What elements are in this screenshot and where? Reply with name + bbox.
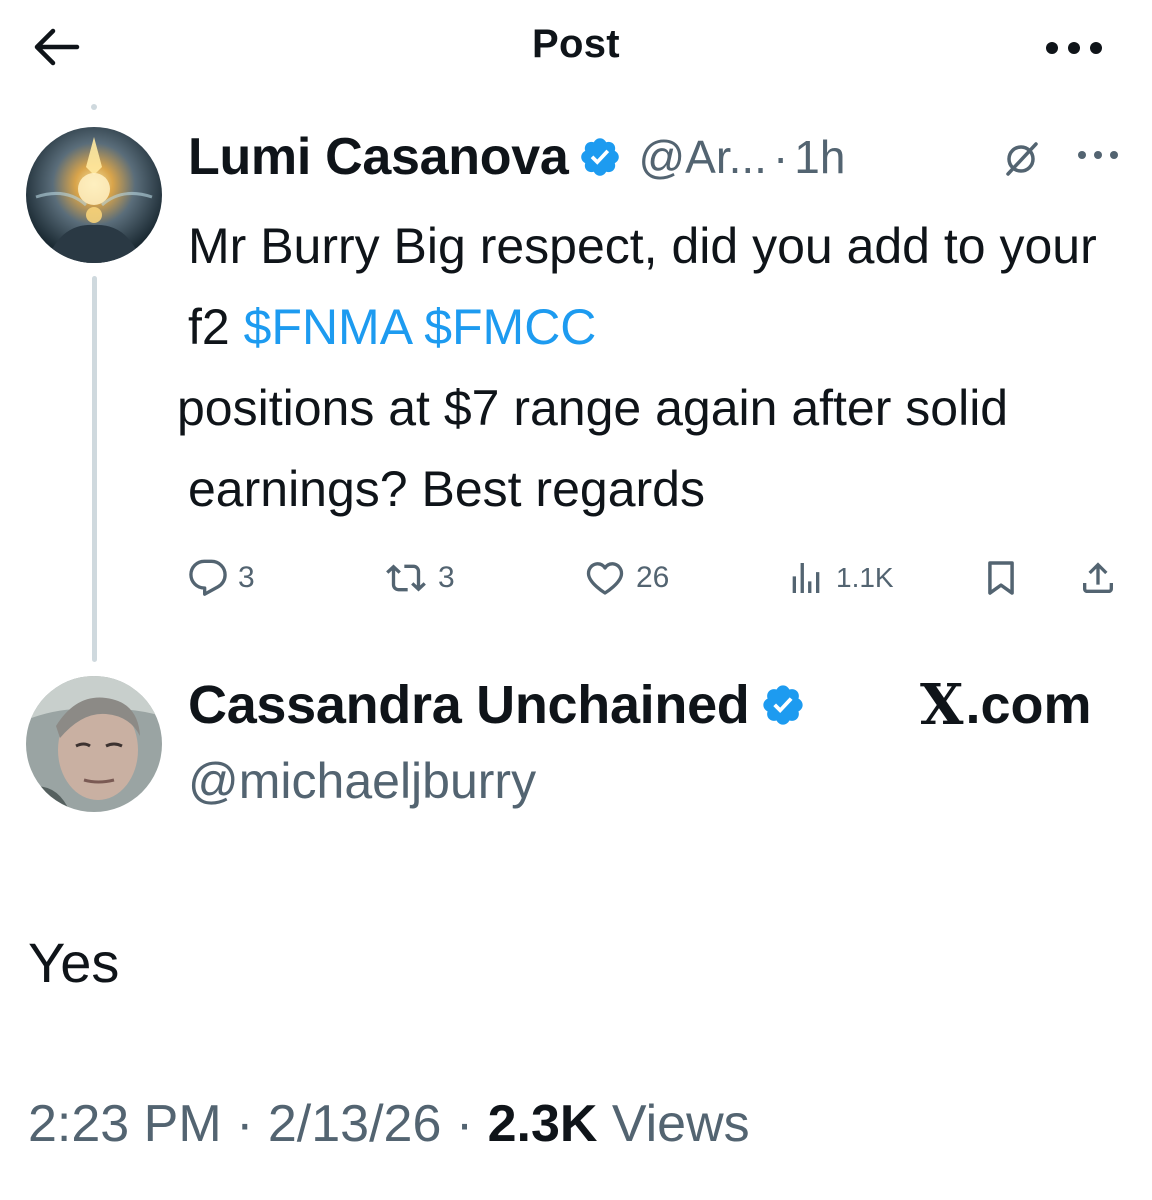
reply-author-name[interactable]: Lumi Casanova [188, 127, 569, 187]
views-count: 1.1K [836, 562, 894, 593]
more-button[interactable] [1042, 28, 1106, 68]
reply-time[interactable]: 1h [794, 130, 845, 184]
more-horizontal-icon [1046, 42, 1102, 54]
avatar-cassandra-unchained[interactable] [26, 676, 162, 812]
verified-badge-icon [578, 135, 622, 179]
thread-connector-top [91, 104, 97, 110]
thread-connector [92, 276, 97, 662]
post-views-label: Views [597, 1095, 750, 1153]
separator-dot: · [441, 1095, 488, 1153]
reply-action-bar: 3 3 26 1.1K [188, 554, 1128, 602]
reply-count: 3 [238, 561, 255, 594]
views-bars-icon [792, 563, 820, 593]
reply-text-space [410, 299, 424, 355]
reply-text-part: positions at $7 range again after solid … [177, 380, 1009, 517]
repost-button[interactable]: 3 [384, 554, 455, 602]
bookmark-button[interactable] [982, 554, 1020, 602]
reply-button[interactable]: 3 [188, 554, 255, 602]
x-logo: X [920, 672, 964, 738]
main-post-text: Yes [28, 931, 120, 994]
bookmark-icon [988, 561, 1014, 595]
repost-count: 3 [438, 561, 455, 594]
post-metadata: 2:23 PM · 2/13/26 · 2.3K Views [28, 1094, 750, 1154]
reply-more-button[interactable] [1068, 138, 1128, 172]
reply-author-row: Lumi Casanova @Ar... · 1h [188, 126, 845, 188]
avatar-image [26, 676, 162, 812]
avatar-image [26, 127, 162, 263]
reply-author-handle[interactable]: @Ar... [638, 130, 767, 184]
main-author-name[interactable]: Cassandra Unchained [188, 674, 750, 736]
post-time[interactable]: 2:23 PM [28, 1094, 222, 1154]
repost-icon [386, 564, 426, 592]
post-views-count[interactable]: 2.3K [488, 1094, 598, 1154]
post-date[interactable]: 2/13/26 [268, 1094, 442, 1154]
more-horizontal-icon [1078, 151, 1118, 159]
cashtag-fmcc[interactable]: $FMCC [424, 299, 596, 355]
verified-badge-icon [760, 682, 806, 728]
grok-button[interactable] [1000, 138, 1044, 178]
separator-dot: · [772, 131, 789, 183]
source-label: X .com [920, 672, 1092, 738]
source-domain: .com [965, 675, 1092, 735]
share-icon [1083, 562, 1113, 593]
share-button[interactable] [1078, 554, 1118, 602]
like-button[interactable]: 26 [584, 554, 669, 602]
cashtag-fnma[interactable]: $FNMA [244, 299, 411, 355]
reply-text: Mr Burry Big respect, did you add to you… [177, 206, 1118, 530]
heart-icon [586, 562, 624, 595]
like-count: 26 [636, 561, 670, 594]
main-author-handle[interactable]: @michaeljburry [188, 752, 536, 810]
main-author-row: Cassandra Unchained [188, 674, 806, 736]
grok-icon [1006, 142, 1038, 176]
avatar-lumi-casanova[interactable] [26, 127, 162, 263]
separator-dot: · [221, 1095, 268, 1153]
page-title: Post [532, 22, 620, 66]
views-button[interactable]: 1.1K [786, 554, 894, 602]
reply-bubble-icon [189, 559, 227, 596]
top-bar: Post [0, 0, 1152, 92]
